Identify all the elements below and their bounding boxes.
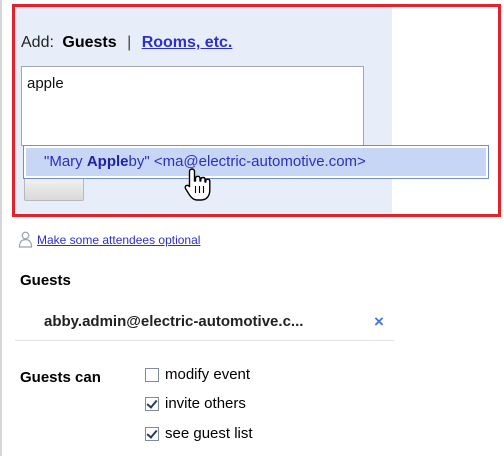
- see-guest-list-label: see guest list: [165, 425, 253, 442]
- invite-others-checkbox[interactable]: [145, 396, 159, 411]
- guest-list-item: abby.admin@electric-automotive.c...: [44, 313, 392, 330]
- see-guest-list-checkbox[interactable]: [145, 426, 159, 441]
- modify-event-label: modify event: [165, 366, 251, 383]
- add-button[interactable]: [24, 177, 84, 201]
- add-guests-input-value: apple: [27, 75, 64, 92]
- autocomplete-suggestion[interactable]: "Mary Appleby" <ma@electric-automotive.c…: [23, 145, 489, 179]
- add-label: Add:: [21, 34, 54, 51]
- suggestion-match-text: Apple: [86, 153, 129, 170]
- tab-guests[interactable]: Guests: [62, 34, 116, 51]
- suggestion-text-after: by" <ma@electric-automotive.com>: [128, 153, 366, 170]
- make-optional-row: Make some attendees optional: [18, 231, 200, 248]
- person-icon: [18, 231, 33, 248]
- suggestion-text-before: "Mary: [44, 153, 87, 170]
- guest-email: abby.admin@electric-automotive.c...: [44, 313, 304, 330]
- guest-divider: [15, 340, 394, 341]
- permission-see-guest-list[interactable]: see guest list: [145, 425, 253, 442]
- make-attendees-optional-link[interactable]: Make some attendees optional: [37, 233, 200, 247]
- left-border: [0, 0, 2, 456]
- autocomplete-suggestion-item[interactable]: "Mary Appleby" <ma@electric-automotive.c…: [26, 148, 486, 176]
- guests-section-title: Guests: [20, 272, 71, 289]
- tab-rooms-link[interactable]: Rooms, etc.: [142, 34, 233, 51]
- add-guests-input[interactable]: apple: [21, 66, 364, 146]
- remove-guest-icon[interactable]: ×: [374, 312, 384, 332]
- modify-event-checkbox[interactable]: [145, 367, 159, 382]
- invite-others-label: invite others: [165, 395, 246, 412]
- permission-invite-others[interactable]: invite others: [145, 395, 246, 412]
- permission-modify-event[interactable]: modify event: [145, 366, 250, 383]
- hand-pointer-cursor-icon: [184, 168, 211, 201]
- tab-separator: |: [127, 34, 132, 51]
- add-header: Add: Guests | Rooms, etc.: [21, 34, 232, 52]
- guests-can-label: Guests can: [20, 369, 101, 386]
